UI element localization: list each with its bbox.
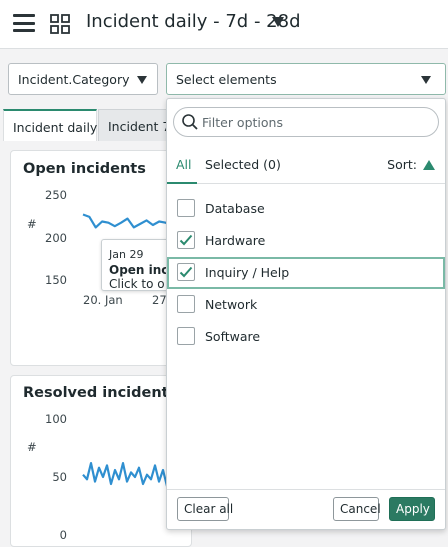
elements-select-value: Select elements bbox=[176, 72, 277, 87]
option-label: Hardware bbox=[205, 233, 266, 248]
dropdown-tabs: All Selected (0) Sort: bbox=[167, 147, 445, 184]
filter-options-placeholder: Filter options bbox=[202, 115, 283, 130]
resolved-incidents-chart[interactable] bbox=[11, 376, 191, 546]
resolved-incidents-card: Resolved incidents # 100 50 0 bbox=[10, 375, 192, 547]
elements-select[interactable]: Select elements bbox=[166, 63, 446, 95]
option-software[interactable]: Software bbox=[167, 321, 445, 353]
tab-selected[interactable]: Selected (0) bbox=[205, 157, 281, 172]
tooltip-series: Open inci bbox=[109, 263, 173, 277]
apply-button[interactable]: Apply bbox=[389, 497, 435, 521]
clear-all-button[interactable]: Clear all bbox=[177, 497, 233, 521]
search-icon bbox=[182, 114, 198, 130]
chevron-down-icon bbox=[421, 76, 431, 84]
tooltip-date: Jan 29 bbox=[109, 248, 144, 261]
sort-ascending-icon[interactable] bbox=[423, 160, 435, 170]
option-network[interactable]: Network bbox=[167, 289, 445, 321]
filter-options-input[interactable]: Filter options bbox=[173, 107, 439, 137]
chevron-down-icon bbox=[137, 76, 147, 84]
dashboard-title: Incident daily - 7d - 28d bbox=[86, 11, 301, 32]
tab-all[interactable]: All bbox=[176, 157, 192, 172]
option-label: Network bbox=[205, 297, 258, 312]
checkbox[interactable] bbox=[177, 263, 195, 281]
title-dropdown-caret-icon[interactable] bbox=[272, 17, 284, 27]
checkbox[interactable] bbox=[177, 327, 195, 345]
option-hardware[interactable]: Hardware bbox=[167, 225, 445, 257]
app-header: Incident daily - 7d - 28d bbox=[0, 0, 448, 49]
checkbox[interactable] bbox=[177, 231, 195, 249]
option-inquiry-help[interactable]: Inquiry / Help bbox=[167, 257, 445, 289]
checkmark-icon bbox=[179, 234, 193, 246]
tab-incident-daily[interactable]: Incident daily bbox=[3, 109, 97, 141]
category-select-value: Incident.Category bbox=[18, 72, 130, 87]
checkbox[interactable] bbox=[177, 199, 195, 217]
checkbox[interactable] bbox=[177, 295, 195, 313]
menu-icon[interactable] bbox=[13, 14, 35, 32]
cancel-button[interactable]: Cancel bbox=[333, 497, 381, 521]
category-select[interactable]: Incident.Category bbox=[8, 63, 158, 95]
dropdown-footer: Clear all Cancel Apply bbox=[167, 489, 445, 530]
tooltip-hint: Click to o bbox=[109, 277, 165, 291]
option-label: Software bbox=[205, 329, 261, 344]
option-label: Database bbox=[205, 201, 265, 216]
sort-label: Sort: bbox=[387, 157, 417, 172]
checkmark-icon bbox=[179, 266, 193, 278]
tab-all-indicator bbox=[167, 182, 197, 184]
elements-dropdown-panel: Filter options All Selected (0) Sort: Da… bbox=[166, 98, 446, 530]
option-database[interactable]: Database bbox=[167, 193, 445, 225]
dashboard-grid-icon[interactable] bbox=[50, 14, 70, 34]
option-label: Inquiry / Help bbox=[205, 265, 290, 280]
